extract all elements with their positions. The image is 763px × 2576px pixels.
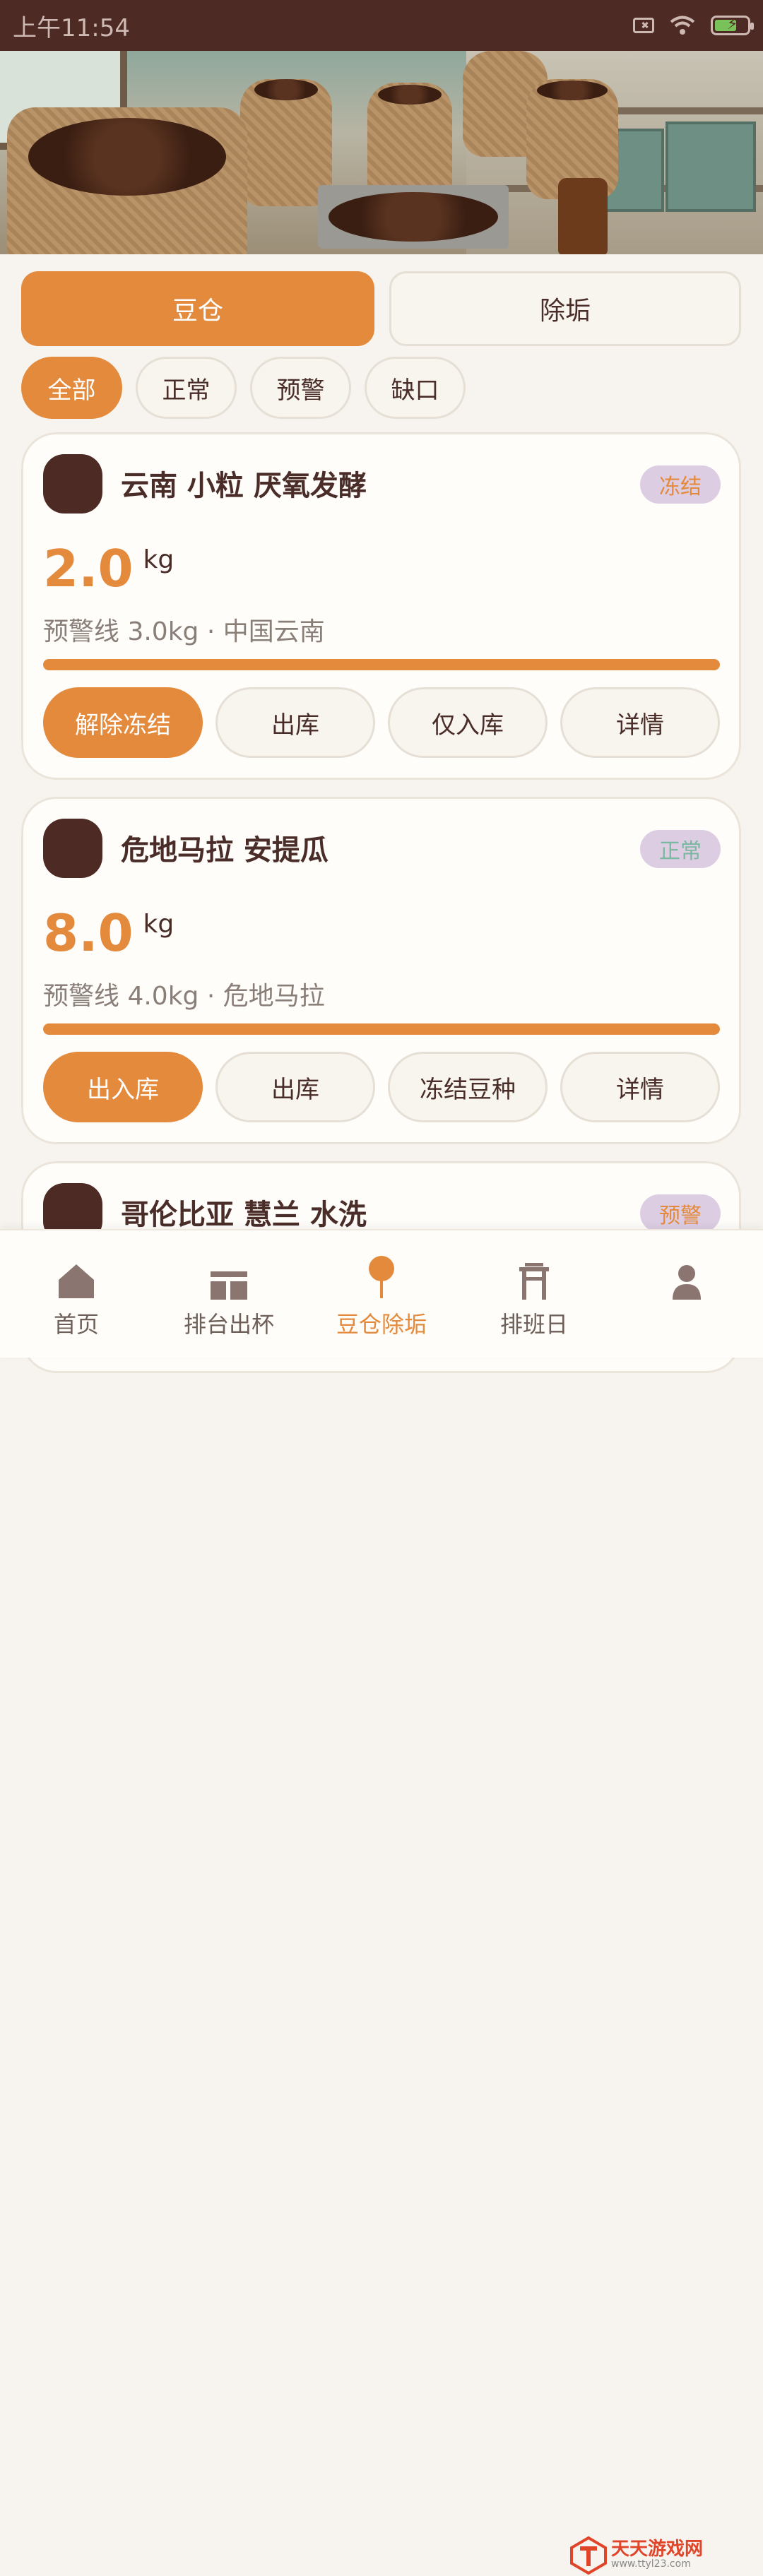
filter-warning[interactable]: 预警 (250, 357, 351, 419)
watermark-url: www.ttyl23.com (611, 2558, 691, 2570)
status-bar: 上午11:54 ⚡ (0, 0, 763, 51)
filter-all[interactable]: 全部 (21, 357, 122, 419)
watermark-title: 天天游戏网 (611, 2539, 704, 2560)
stock-quantity: 2.0 kg (43, 539, 174, 598)
filter-shortage[interactable]: 缺口 (365, 357, 466, 419)
wifi-icon (670, 16, 695, 35)
tab-descaling[interactable]: 除垢 (389, 271, 741, 346)
bean-name: 危地马拉 安提瓜 (121, 834, 329, 867)
status-time: 上午11:54 (13, 13, 130, 42)
status-badge: 冻结 (640, 465, 721, 504)
stock-progress-fill (43, 659, 720, 670)
details-button[interactable]: 详情 (560, 687, 720, 758)
nav-home[interactable]: 首页 (0, 1230, 153, 1358)
battery-charging-icon: ⚡ (711, 16, 754, 35)
stock-progress-bar (43, 1023, 720, 1035)
freeze-bean-button[interactable]: 冻结豆种 (388, 1052, 548, 1122)
nav-label: 首页 (53, 1311, 99, 1338)
warning-line-origin: 预警线 3.0kg · 中国云南 (43, 617, 325, 646)
schedule-icon (519, 1263, 549, 1300)
bean-avatar (43, 454, 102, 514)
status-icons: ⚡ (633, 15, 754, 36)
bean-name: 云南 小粒 厌氧发酵 (121, 470, 367, 502)
stock-value: 8.0 (43, 903, 134, 963)
details-button[interactable]: 详情 (560, 1052, 720, 1122)
sim-blocked-icon (633, 18, 654, 33)
warning-line-origin: 预警线 4.0kg · 危地马拉 (43, 982, 325, 1011)
status-badge: 正常 (640, 830, 721, 868)
stock-in-only-button[interactable]: 仅入库 (388, 687, 548, 758)
stock-unit: kg (143, 545, 175, 574)
bean-card: 危地马拉 安提瓜 正常 8.0 kg 预警线 4.0kg · 危地马拉 出入库 … (21, 797, 741, 1144)
nav-bean-descale[interactable]: 豆仓除垢 (305, 1230, 458, 1358)
stock-progress-bar (43, 659, 720, 670)
bottom-navigation: 首页 排台出杯 豆仓除垢 排班日 天天游戏网 www.ttyl23.com (0, 1229, 763, 2575)
site-watermark: 天天游戏网 www.ttyl23.com (569, 2534, 731, 2576)
nav-counter[interactable]: 排台出杯 (153, 1230, 305, 1358)
nav-label: 排班日 (499, 1311, 568, 1338)
tab-bean-storage[interactable]: 豆仓 (21, 271, 374, 346)
pin-icon (369, 1256, 394, 1298)
stock-quantity: 8.0 kg (43, 903, 174, 963)
home-icon (59, 1264, 94, 1298)
nav-label: 豆仓除垢 (336, 1311, 427, 1338)
bean-card: 云南 小粒 厌氧发酵 冻结 2.0 kg 预警线 3.0kg · 中国云南 解除… (21, 432, 741, 780)
stock-in-out-button[interactable]: 出入库 (43, 1052, 203, 1122)
stock-unit: kg (143, 910, 175, 939)
stock-value: 2.0 (43, 539, 134, 598)
stock-out-button[interactable]: 出库 (215, 1052, 375, 1122)
nav-profile[interactable] (610, 1230, 763, 1358)
watermark-logo-icon (570, 2536, 607, 2575)
stock-out-button[interactable]: 出库 (215, 687, 375, 758)
bean-avatar (43, 819, 102, 878)
status-badge: 预警 (640, 1194, 721, 1233)
nav-label: 排台出杯 (183, 1311, 274, 1338)
hero-image (0, 51, 763, 254)
counter-icon (211, 1271, 247, 1300)
unfreeze-button[interactable]: 解除冻结 (43, 687, 203, 758)
bean-name: 哥伦比亚 慧兰 水洗 (121, 1199, 367, 1231)
nav-schedule[interactable]: 排班日 (458, 1230, 610, 1358)
filter-normal[interactable]: 正常 (136, 357, 237, 419)
stock-progress-fill (43, 1023, 720, 1035)
profile-icon (673, 1265, 701, 1300)
